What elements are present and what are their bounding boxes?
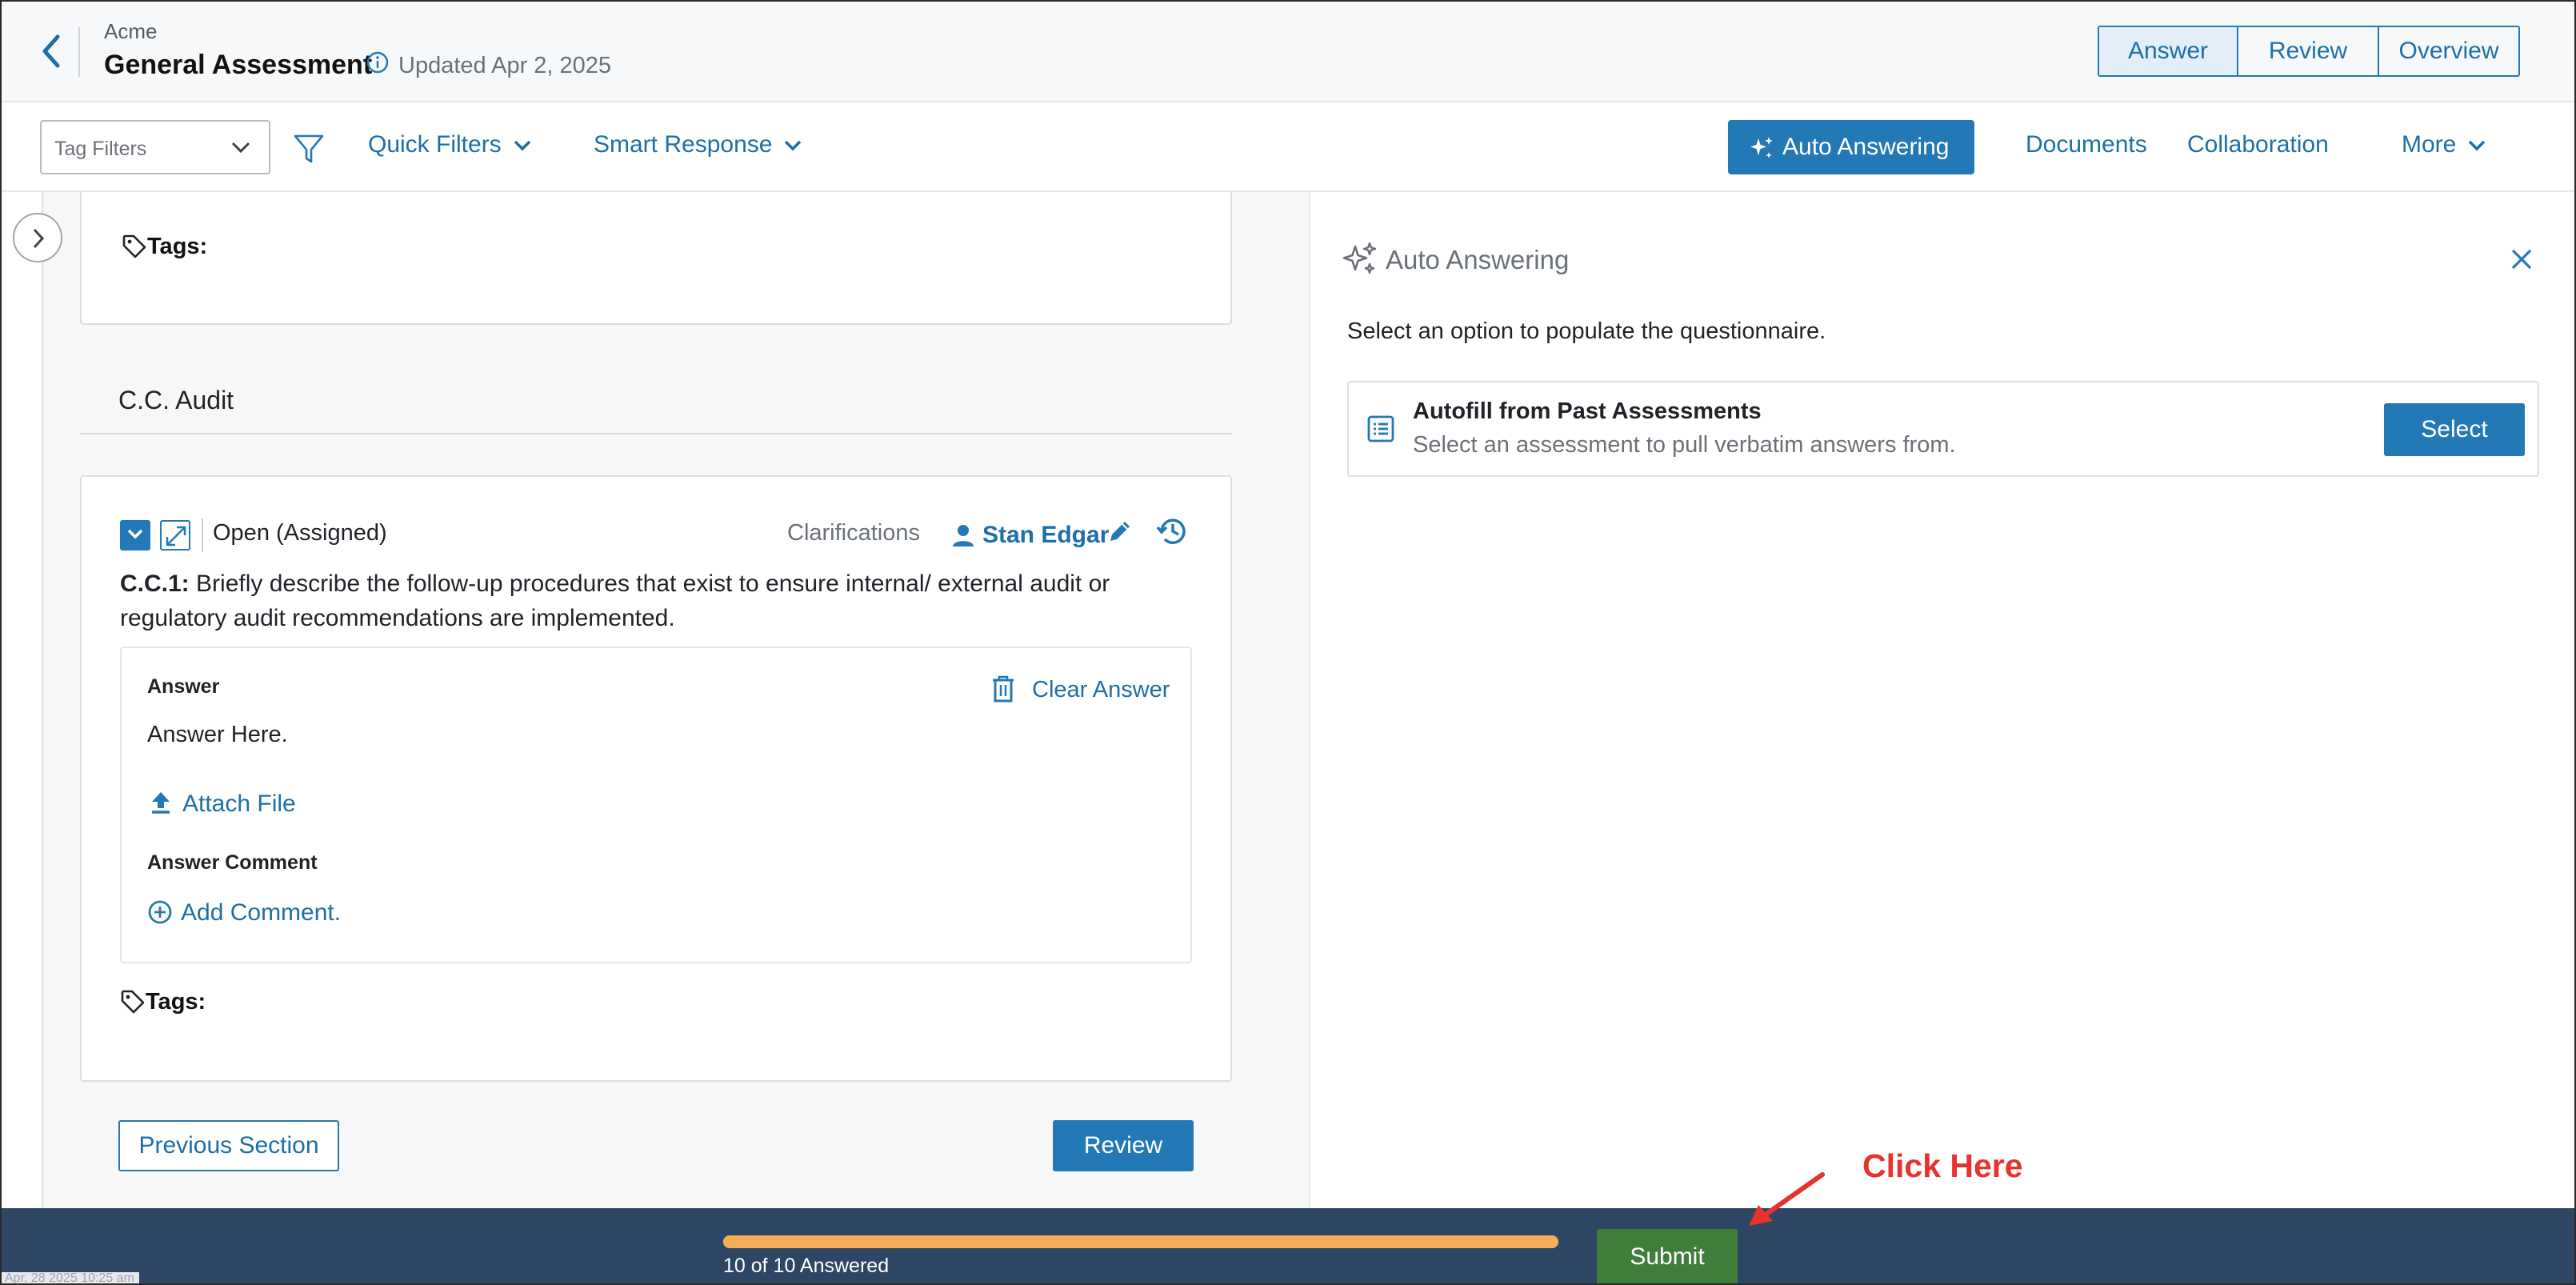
window-frame [0,0,2576,1285]
